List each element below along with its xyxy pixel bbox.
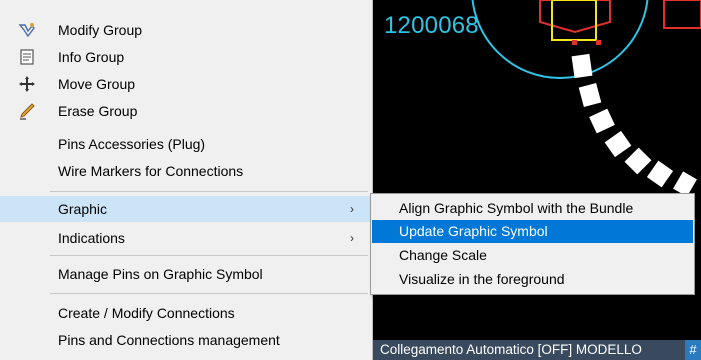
menu-separator [50, 293, 368, 294]
status-bar: Collegamento Automatico [OFF] MODELLO # [372, 340, 701, 360]
menu-item-erase-group[interactable]: Erase Group [0, 98, 371, 124]
menu-item-wire-markers[interactable]: Wire Markers for Connections [0, 158, 371, 184]
menu-item-pins-accessories[interactable]: Pins Accessories (Plug) [0, 131, 371, 157]
menu-item-pins-connections-management[interactable]: Pins and Connections management [0, 327, 371, 353]
cad-entity-label: 1200068 [384, 12, 479, 39]
menu-item-label: Modify Group [58, 22, 143, 38]
info-group-icon [16, 47, 38, 67]
menu-item-modify-group[interactable]: Modify Group [0, 17, 371, 43]
submenu-item-visualize-foreground[interactable]: Visualize in the foreground [372, 268, 693, 291]
menu-item-label: Info Group [58, 49, 125, 65]
menu-item-label: Move Group [58, 76, 136, 92]
menu-item-label: Create / Modify Connections [58, 305, 235, 321]
submenu-item-label: Visualize in the foreground [399, 271, 565, 287]
menu-item-create-modify-connections[interactable]: Create / Modify Connections [0, 300, 371, 326]
menu-item-move-group[interactable]: Move Group [0, 71, 371, 97]
menu-item-graphic[interactable]: Graphic › [0, 196, 371, 222]
submenu-item-change-scale[interactable]: Change Scale [372, 244, 693, 267]
menu-item-label: Pins and Connections management [58, 332, 280, 348]
menu-separator [50, 191, 368, 192]
modify-group-icon [16, 20, 38, 40]
menu-item-label: Erase Group [58, 103, 138, 119]
status-text[interactable]: Collegamento Automatico [OFF] MODELLO [380, 340, 642, 360]
menu-item-label: Pins Accessories (Plug) [58, 136, 206, 152]
menu-item-label: Graphic [58, 201, 108, 217]
graphic-submenu: Align Graphic Symbol with the Bundle Upd… [370, 193, 695, 295]
menu-item-label: Wire Markers for Connections [58, 163, 244, 179]
submenu-item-label: Align Graphic Symbol with the Bundle [399, 200, 634, 216]
menu-item-info-group[interactable]: Info Group [0, 44, 371, 70]
grid-icon[interactable]: # [685, 340, 701, 360]
menu-item-manage-pins[interactable]: Manage Pins on Graphic Symbol [0, 261, 371, 287]
submenu-item-align-graphic-symbol[interactable]: Align Graphic Symbol with the Bundle [372, 197, 693, 220]
chevron-right-icon: › [350, 202, 354, 216]
menu-item-indications[interactable]: Indications › [0, 225, 371, 251]
submenu-item-label: Update Graphic Symbol [399, 223, 548, 239]
move-group-icon [16, 74, 38, 94]
submenu-item-label: Change Scale [399, 247, 487, 263]
menu-separator [50, 255, 368, 256]
menu-item-label: Manage Pins on Graphic Symbol [58, 266, 263, 282]
submenu-item-update-graphic-symbol[interactable]: Update Graphic Symbol [372, 220, 693, 243]
menu-item-label: Indications [58, 230, 125, 246]
context-menu: Modify Group Info Group Move Group Erase… [0, 0, 373, 360]
erase-group-icon [16, 101, 38, 121]
chevron-right-icon: › [350, 231, 354, 245]
